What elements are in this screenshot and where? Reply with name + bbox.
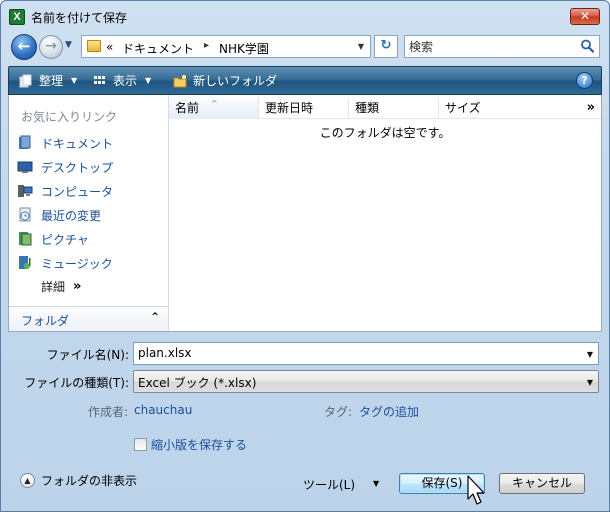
column-header-modified[interactable]: 更新日時: [259, 98, 349, 119]
save-as-dialog: X 名前を付けて保存 ✕ ← → ▼ « ドキュメント ▸ NHK学園 ▼ ↻: [0, 0, 610, 512]
column-header-name[interactable]: ^ 名前: [169, 98, 259, 119]
new-folder-label: 新しいフォルダ: [193, 74, 278, 88]
column-header-size[interactable]: サイズ: [439, 98, 579, 119]
filetype-value: Excel ブック (*.xlsx): [138, 376, 257, 390]
pictures-icon: [19, 232, 32, 246]
tools-menu-button[interactable]: ツール(L): [303, 476, 355, 493]
filetype-dropdown-icon: ▼: [586, 378, 593, 387]
recent-changes-icon: [19, 207, 31, 222]
browser-pane: お気に入りリンク ドキュメント デスクトップ コンピュータ 最近の変更 ピクチャ…: [8, 95, 602, 332]
forward-button[interactable]: →: [39, 35, 63, 59]
nav-item-label: 最近の変更: [41, 208, 102, 223]
computer-icon: [18, 185, 33, 197]
filename-dropdown-icon[interactable]: ▼: [587, 350, 593, 359]
filename-value: plan.xlsx: [138, 346, 192, 360]
filename-field[interactable]: plan.xlsx ▼: [133, 342, 599, 365]
folders-label: フォルダ: [21, 314, 70, 328]
command-toolbar: 整理 ▼ 表示 ▼ 新しいフォルダ ?: [8, 66, 602, 95]
organize-menu-button[interactable]: 整理 ▼: [19, 67, 77, 94]
author-value[interactable]: chauchau: [134, 403, 192, 417]
refresh-button[interactable]: ↻: [374, 35, 398, 58]
documents-icon: [19, 135, 31, 149]
column-header-type[interactable]: 種類: [349, 98, 439, 119]
author-label: 作成者:: [88, 405, 129, 419]
title-bar[interactable]: X 名前を付けて保存 ✕: [1, 1, 609, 31]
filetype-label: ファイルの種類(T):: [24, 376, 129, 390]
folders-toggle-bar[interactable]: フォルダ ⌃: [9, 306, 168, 331]
breadcrumb-separator-icon[interactable]: ▸: [204, 40, 209, 51]
collapse-up-icon: ▲: [20, 473, 35, 488]
nav-item-recent-changes[interactable]: 最近の変更: [15, 204, 165, 226]
navigation-pane: お気に入りリンク ドキュメント デスクトップ コンピュータ 最近の変更 ピクチャ…: [9, 95, 169, 331]
file-list[interactable]: ^ 名前 更新日時 種類 サイズ » このフォルダは空です。: [169, 95, 601, 331]
more-links-button[interactable]: 詳細 »: [41, 278, 81, 295]
chevron-up-icon: ⌃: [149, 310, 160, 324]
excel-app-icon: X: [9, 9, 25, 25]
empty-folder-message: このフォルダは空です。: [319, 126, 451, 140]
search-input[interactable]: [409, 38, 569, 55]
refresh-icon: ↻: [380, 38, 392, 53]
column-header-label: サイズ: [445, 101, 481, 115]
column-header-row: ^ 名前 更新日時 種類 サイズ »: [169, 98, 601, 119]
double-chevron-right-icon: »: [73, 279, 82, 294]
history-dropdown-icon[interactable]: ▼: [65, 40, 72, 50]
views-icon: [94, 75, 105, 84]
mouse-cursor-icon: [467, 475, 485, 505]
views-dropdown-icon: ▼: [145, 76, 152, 85]
new-folder-icon: [173, 74, 187, 87]
nav-item-pictures[interactable]: ピクチャ: [15, 228, 165, 250]
nav-item-music[interactable]: ミュージック: [15, 252, 165, 274]
nav-item-label: コンピュータ: [41, 184, 114, 199]
organize-icon: [19, 74, 32, 87]
save-thumbnail-label[interactable]: 縮小版を保存する: [151, 436, 247, 453]
cancel-button[interactable]: キャンセル: [499, 473, 585, 494]
filetype-select[interactable]: Excel ブック (*.xlsx) ▼: [133, 370, 599, 393]
address-bar[interactable]: « ドキュメント ▸ NHK学園 ▼: [81, 35, 371, 58]
breadcrumb-overflow[interactable]: «: [106, 40, 113, 54]
forward-arrow-icon: →: [45, 38, 57, 54]
nav-item-documents[interactable]: ドキュメント: [15, 132, 165, 154]
save-thumbnail-checkbox[interactable]: [134, 438, 147, 451]
address-dropdown-icon[interactable]: ▼: [358, 42, 364, 51]
help-icon[interactable]: ?: [576, 72, 593, 89]
organize-dropdown-icon: ▼: [71, 76, 78, 85]
back-arrow-icon: ←: [17, 37, 31, 55]
search-icon[interactable]: [579, 38, 595, 54]
organize-label: 整理: [39, 74, 64, 88]
breadcrumb-documents[interactable]: ドキュメント: [122, 40, 194, 57]
hide-folders-button[interactable]: ▲ フォルダの非表示: [20, 472, 137, 489]
close-button[interactable]: ✕: [570, 8, 600, 25]
back-button[interactable]: ←: [11, 34, 37, 60]
music-icon: [19, 256, 31, 269]
nav-item-label: ドキュメント: [41, 136, 114, 151]
desktop-icon: [17, 161, 33, 173]
window-title: 名前を付けて保存: [31, 11, 128, 25]
breadcrumb-nhk-gakuen[interactable]: NHK学園: [219, 40, 269, 57]
tags-label: タグ:: [324, 405, 353, 419]
tools-dropdown-icon[interactable]: ▼: [373, 479, 379, 488]
add-tag-link[interactable]: タグの追加: [359, 403, 419, 420]
nav-item-computer[interactable]: コンピュータ: [15, 180, 165, 202]
folder-icon: [87, 40, 101, 52]
more-columns-icon[interactable]: »: [587, 100, 595, 115]
sort-ascending-icon: ^: [211, 99, 218, 108]
new-folder-button[interactable]: 新しいフォルダ: [173, 67, 277, 94]
views-label: 表示: [113, 74, 138, 88]
column-header-label: 名前: [175, 101, 200, 115]
more-links-label: 詳細: [41, 280, 66, 294]
hide-folders-label: フォルダの非表示: [41, 474, 138, 488]
filename-label: ファイル名(N):: [46, 348, 129, 362]
navigation-row: ← → ▼ « ドキュメント ▸ NHK学園 ▼ ↻: [1, 31, 609, 63]
nav-item-label: デスクトップ: [41, 160, 114, 175]
nav-item-desktop[interactable]: デスクトップ: [15, 156, 165, 178]
nav-item-label: ピクチャ: [41, 232, 89, 247]
nav-item-label: ミュージック: [41, 256, 113, 271]
views-menu-button[interactable]: 表示 ▼: [93, 67, 151, 94]
favorite-links-heading: お気に入りリンク: [21, 110, 118, 124]
column-header-label: 種類: [355, 101, 380, 115]
search-box[interactable]: [404, 35, 600, 58]
column-header-label: 更新日時: [265, 101, 314, 115]
